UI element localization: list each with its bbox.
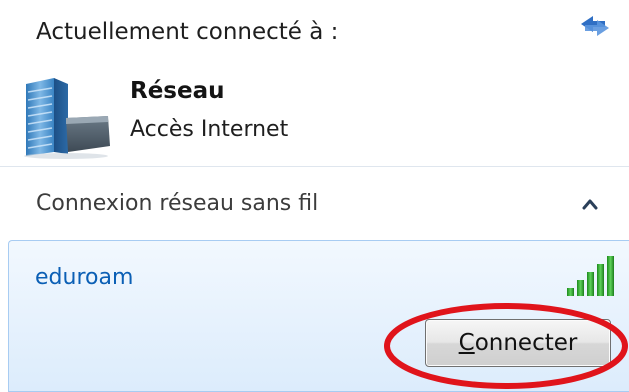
connect-button[interactable]: Connecter	[425, 319, 611, 367]
wireless-section-header[interactable]: Connexion réseau sans fil	[0, 178, 629, 230]
connect-button-mnemonic: C	[458, 330, 475, 356]
wifi-network-item[interactable]: eduroam Connecter	[8, 240, 629, 392]
connect-button-label: onnecter	[474, 330, 578, 356]
refresh-icon	[581, 16, 609, 36]
section-divider	[0, 166, 629, 167]
chevron-up-icon[interactable]	[580, 196, 600, 212]
wifi-signal-icon	[565, 254, 617, 298]
wifi-network-name: eduroam	[35, 265, 134, 290]
connected-network-access: Accès Internet	[130, 117, 289, 142]
connected-network-name: Réseau	[130, 78, 225, 104]
network-flyout-panel: Actuellement connecté à : Réseau Accès I…	[0, 0, 629, 392]
refresh-button[interactable]	[577, 11, 613, 41]
currently-connected-label: Actuellement connecté à :	[36, 19, 339, 45]
wireless-section-label: Connexion réseau sans fil	[36, 191, 319, 216]
network-building-icon	[20, 78, 112, 160]
